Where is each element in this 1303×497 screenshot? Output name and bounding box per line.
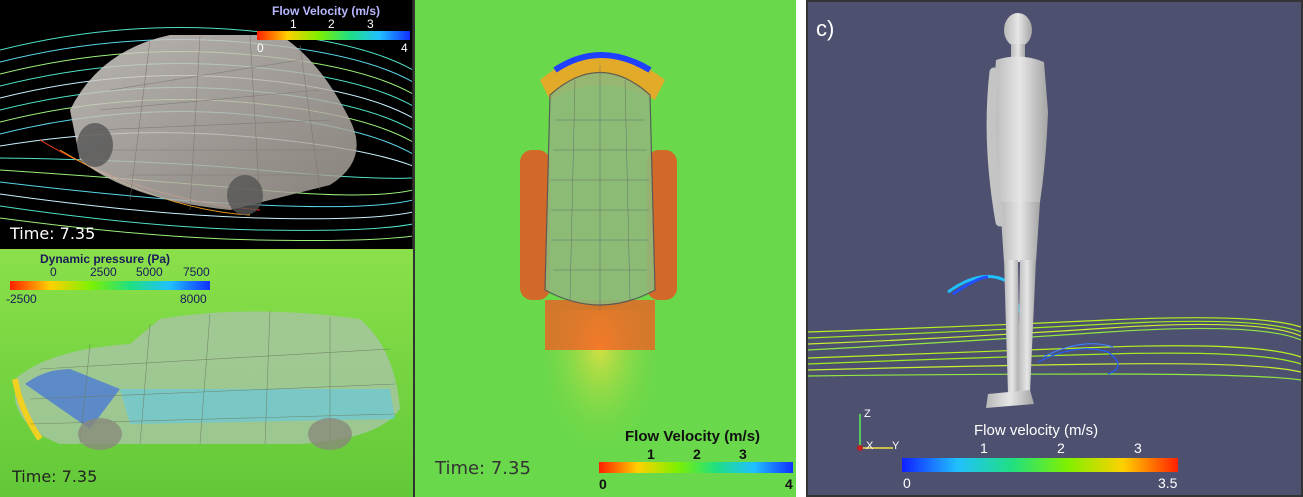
time-label: Time: 7.35 bbox=[10, 224, 96, 243]
car-body bbox=[70, 35, 357, 210]
car-top-view-render bbox=[415, 0, 796, 497]
time-label: Time: 7.35 bbox=[435, 458, 531, 479]
velocity-colorbar bbox=[599, 462, 793, 473]
colorbar-tick: 0 bbox=[50, 265, 57, 279]
velocity-colorbar bbox=[257, 31, 410, 40]
colorbar-tick: 1 bbox=[290, 17, 297, 31]
pressure-colorbar bbox=[10, 281, 210, 290]
panel-car-top-view: Flow Velocity (m/s) 1 2 3 0 4 Time: 7.35 bbox=[413, 0, 796, 497]
colorbar-tick: 0 bbox=[903, 475, 911, 491]
velocity-colorbar bbox=[902, 458, 1178, 472]
colorbar-tick: 0 bbox=[257, 41, 264, 55]
panel-car-streamlines: Flow Velocity (m/s) 1 2 3 0 4 Time: 7.35 bbox=[0, 0, 413, 249]
colorbar-tick: 3.5 bbox=[1158, 475, 1178, 491]
colorbar-tick: 5000 bbox=[136, 265, 163, 279]
colorbar-title: Dynamic pressure (Pa) bbox=[40, 252, 171, 266]
panel-label: c) bbox=[816, 16, 835, 41]
colorbar-tick: 4 bbox=[401, 41, 408, 55]
colorbar-tick: 2 bbox=[1057, 440, 1065, 456]
colorbar-title: Flow Velocity (m/s) bbox=[625, 428, 761, 445]
colorbar-tick: 0 bbox=[599, 476, 607, 492]
colorbar-title: Flow Velocity (m/s) bbox=[272, 4, 381, 18]
colorbar-tick: 3 bbox=[1134, 440, 1142, 456]
colorbar-tick: 2500 bbox=[90, 265, 117, 279]
colorbar-tick: 8000 bbox=[180, 292, 207, 306]
colorbar-tick: 2 bbox=[693, 446, 701, 462]
colorbar-tick: 1 bbox=[980, 440, 988, 456]
axis-x-label: X bbox=[866, 440, 874, 452]
colorbar-title: Flow velocity (m/s) bbox=[974, 422, 1099, 439]
colorbar-tick: 7500 bbox=[183, 265, 210, 279]
axis-y-label: Y bbox=[892, 440, 900, 452]
colorbar-tick: -2500 bbox=[6, 292, 37, 306]
colorbar-tick: 1 bbox=[647, 446, 655, 462]
colorbar-tick: 2 bbox=[328, 17, 335, 31]
colorbar-tick: 3 bbox=[367, 17, 374, 31]
panel-car-pressure: Dynamic pressure (Pa) 0 2500 5000 7500 -… bbox=[0, 249, 413, 497]
colorbar-tick: 4 bbox=[785, 476, 793, 492]
axis-z-label: Z bbox=[864, 408, 871, 420]
colorbar-tick: 3 bbox=[739, 446, 747, 462]
panel-human-streamlines: c) Z X Y Flow velocity (m/s) 1 2 3 0 3.5 bbox=[806, 0, 1303, 497]
time-label: Time: 7.35 bbox=[12, 467, 98, 486]
